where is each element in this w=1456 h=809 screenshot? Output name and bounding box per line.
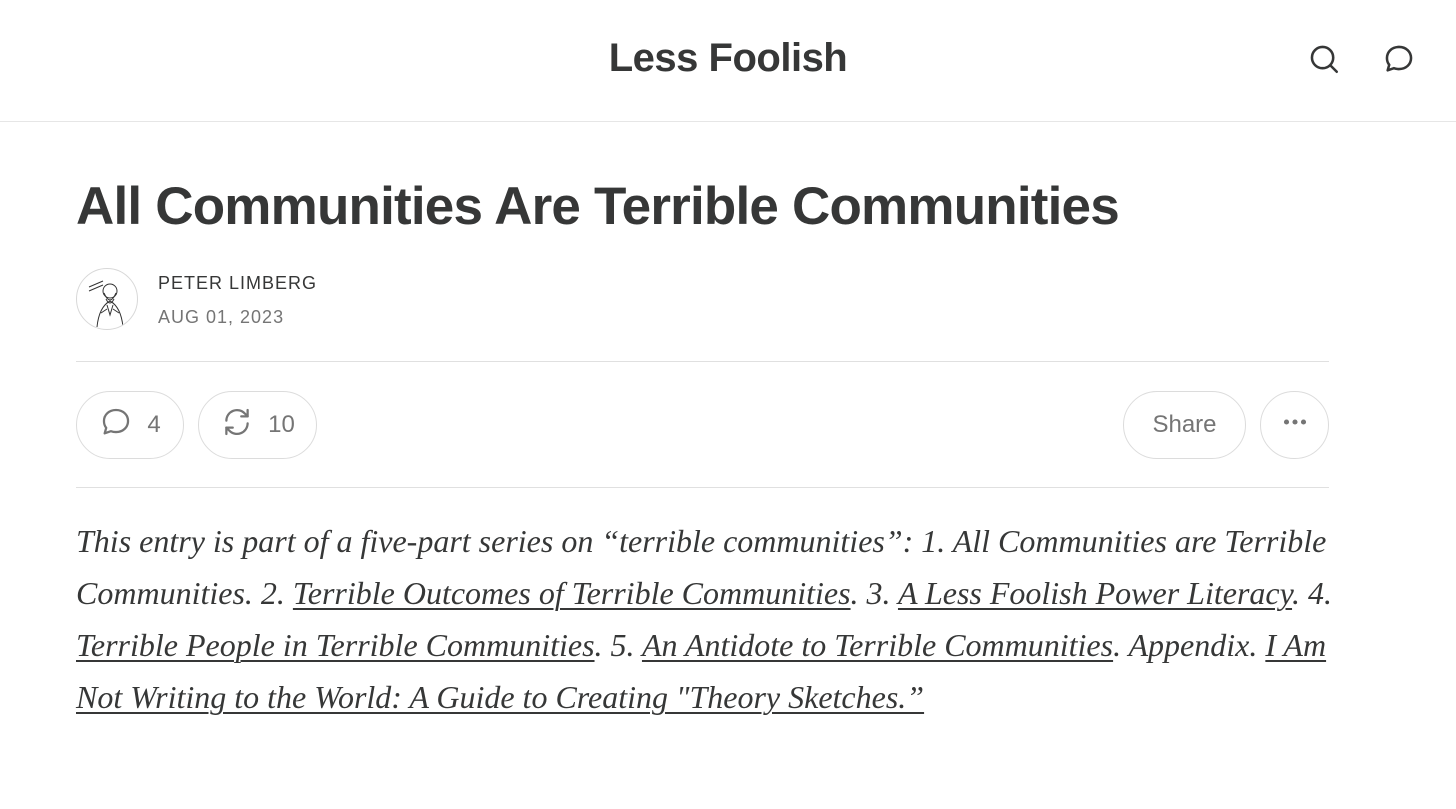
divider xyxy=(76,487,1329,488)
restack-button[interactable]: 10 xyxy=(198,391,317,459)
intro-text: . 4. xyxy=(1292,575,1333,611)
author-name[interactable]: PETER LIMBERG xyxy=(158,273,317,294)
share-button[interactable]: Share xyxy=(1123,391,1246,459)
intro-text: . 5. xyxy=(594,627,642,663)
restacks-count: 10 xyxy=(268,411,295,438)
series-link-3[interactable]: A Less Foolish Power Literacy xyxy=(898,575,1292,611)
series-link-4[interactable]: Terrible People in Terrible Communities xyxy=(76,627,595,663)
intro-paragraph: This entry is part of a five-part series… xyxy=(76,515,1346,723)
comments-button[interactable]: 4 xyxy=(76,391,184,459)
chat-bubble-icon[interactable] xyxy=(1380,40,1418,78)
intro-text: . 3. xyxy=(850,575,898,611)
author-avatar[interactable] xyxy=(76,268,138,330)
post-title: All Communities Are Terrible Communities xyxy=(76,177,1120,236)
restack-icon xyxy=(220,405,254,446)
ellipsis-icon xyxy=(1278,405,1312,446)
top-bar: Less Foolish xyxy=(0,0,1456,122)
more-button[interactable] xyxy=(1260,391,1329,459)
intro-text: . Appendix. xyxy=(1113,627,1266,663)
comments-count: 4 xyxy=(147,411,161,438)
series-link-2[interactable]: Terrible Outcomes of Terrible Communitie… xyxy=(293,575,851,611)
divider xyxy=(76,361,1329,362)
site-title[interactable]: Less Foolish xyxy=(0,36,1456,81)
search-icon[interactable] xyxy=(1305,40,1343,78)
comment-icon xyxy=(99,405,133,446)
series-link-5[interactable]: An Antidote to Terrible Communities xyxy=(642,627,1113,663)
post-date: AUG 01, 2023 xyxy=(158,307,285,327)
